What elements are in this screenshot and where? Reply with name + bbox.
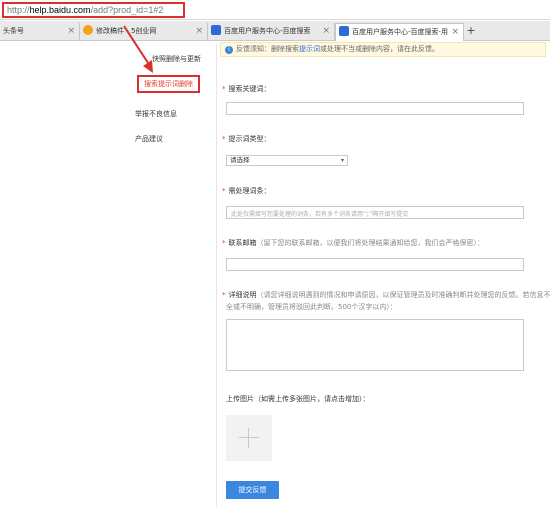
sidebar: 快照删除与更新 搜索提示词删除 举报不良信息 产品建议	[130, 48, 216, 507]
detail-textarea[interactable]	[226, 319, 524, 371]
email-hint: （留下您的联系邮箱，以便我们将处理结果通知给您，我们会严格保密）：	[256, 239, 485, 247]
tab-label: 百度用户服务中心-百度搜索	[224, 27, 311, 35]
required-mark: *	[222, 135, 226, 143]
notice-link[interactable]: 提示词	[299, 45, 320, 53]
type-select-value: 请选择	[230, 156, 250, 164]
chevron-down-icon: ▾	[340, 157, 344, 164]
tab-strip: 头条号 × 修改稿件 - 5创业网 × 百度用户服务中心-百度搜索 × 百度用户…	[0, 21, 550, 41]
sidebar-divider	[216, 44, 217, 507]
email-label: * 联系邮箱（留下您的联系邮箱，以便我们将处理结果通知给您，我们会严格保密）：	[222, 239, 485, 247]
tab-label: 修改稿件 - 5创业网	[96, 27, 157, 35]
tab-label: 头条号	[3, 27, 24, 35]
new-tab-button[interactable]: +	[464, 24, 478, 38]
close-icon[interactable]: ×	[67, 23, 75, 40]
notice-text: 反馈须知：删除搜索	[236, 45, 299, 53]
word-label: * 需处理词条：	[222, 187, 271, 195]
required-mark: *	[222, 239, 226, 247]
sidebar-item-feedback[interactable]: 产品建议	[135, 134, 163, 144]
plus-icon	[239, 437, 259, 438]
tab-baidu-help-active[interactable]: 百度用户服务中心-百度搜索-用 ×	[335, 23, 464, 41]
close-icon[interactable]: ×	[195, 23, 203, 40]
tab-edit-article[interactable]: 修改稿件 - 5创业网 ×	[80, 23, 208, 41]
annotation-arrow	[123, 25, 153, 73]
sidebar-item-suggestion-delete[interactable]: 搜索提示词删除	[137, 75, 200, 93]
url-protocol: http://	[7, 5, 30, 15]
detail-hint: （请您详细说明遇到的情况和申请原因，以保证管理员及时准确判断并处理您的反馈。若信…	[256, 291, 550, 299]
detail-label: * 详细说明（请您详细说明遇到的情况和申请原因，以保证管理员及时准确判断并处理您的…	[222, 291, 550, 299]
keyword-label: * 搜索关键词：	[222, 85, 271, 93]
info-icon: i	[225, 46, 233, 54]
url-field[interactable]: http://help.baidu.com/add?prod_id=1#2	[2, 2, 185, 18]
type-select[interactable]: 请选择 ▾	[226, 155, 348, 166]
url-path: /add?prod_id=1#2	[90, 5, 164, 15]
sidebar-item-snapshot[interactable]: 快照删除与更新	[152, 54, 201, 64]
tab-toutiao[interactable]: 头条号 ×	[0, 23, 80, 41]
sidebar-item-report[interactable]: 举报不良信息	[135, 109, 177, 119]
submit-button[interactable]: 提交反馈	[226, 481, 279, 499]
tab-label: 百度用户服务中心-百度搜索-用	[352, 28, 449, 36]
type-label: * 提示词类型：	[222, 135, 271, 143]
notice-text-tail: 或处理不当或删除内容，请在此反馈。	[320, 45, 439, 53]
word-input[interactable]: 此处仅需填写您要处理的词条，若有多个词条请用“；”隔开填写提交	[226, 206, 524, 219]
baidu-favicon-icon	[339, 26, 349, 36]
upload-image-button[interactable]	[226, 415, 272, 461]
close-icon[interactable]: ×	[451, 24, 459, 41]
required-mark: *	[222, 291, 226, 299]
baidu-favicon-icon	[211, 25, 221, 35]
required-mark: *	[222, 85, 226, 93]
address-bar: http://help.baidu.com/add?prod_id=1#2	[0, 0, 550, 20]
upload-label: 上传图片（如需上传多张图片，请点击增加）：	[226, 395, 370, 403]
close-icon[interactable]: ×	[322, 23, 330, 40]
detail-hint-line-2: 全或不明确，管理员将驳回此判断。500个汉字以内）：	[226, 303, 397, 311]
url-host: help.baidu.com	[29, 5, 91, 15]
required-mark: *	[222, 187, 226, 195]
notice-banner: i 反馈须知：删除搜索提示词或处理不当或删除内容，请在此反馈。	[220, 42, 546, 57]
word-placeholder: 此处仅需填写您要处理的词条，若有多个词条请用“；”隔开填写提交	[231, 211, 409, 218]
keyword-input[interactable]	[226, 102, 524, 115]
site-favicon-icon	[83, 25, 93, 35]
tab-baidu-help[interactable]: 百度用户服务中心-百度搜索 ×	[208, 23, 335, 41]
email-input[interactable]	[226, 258, 524, 271]
